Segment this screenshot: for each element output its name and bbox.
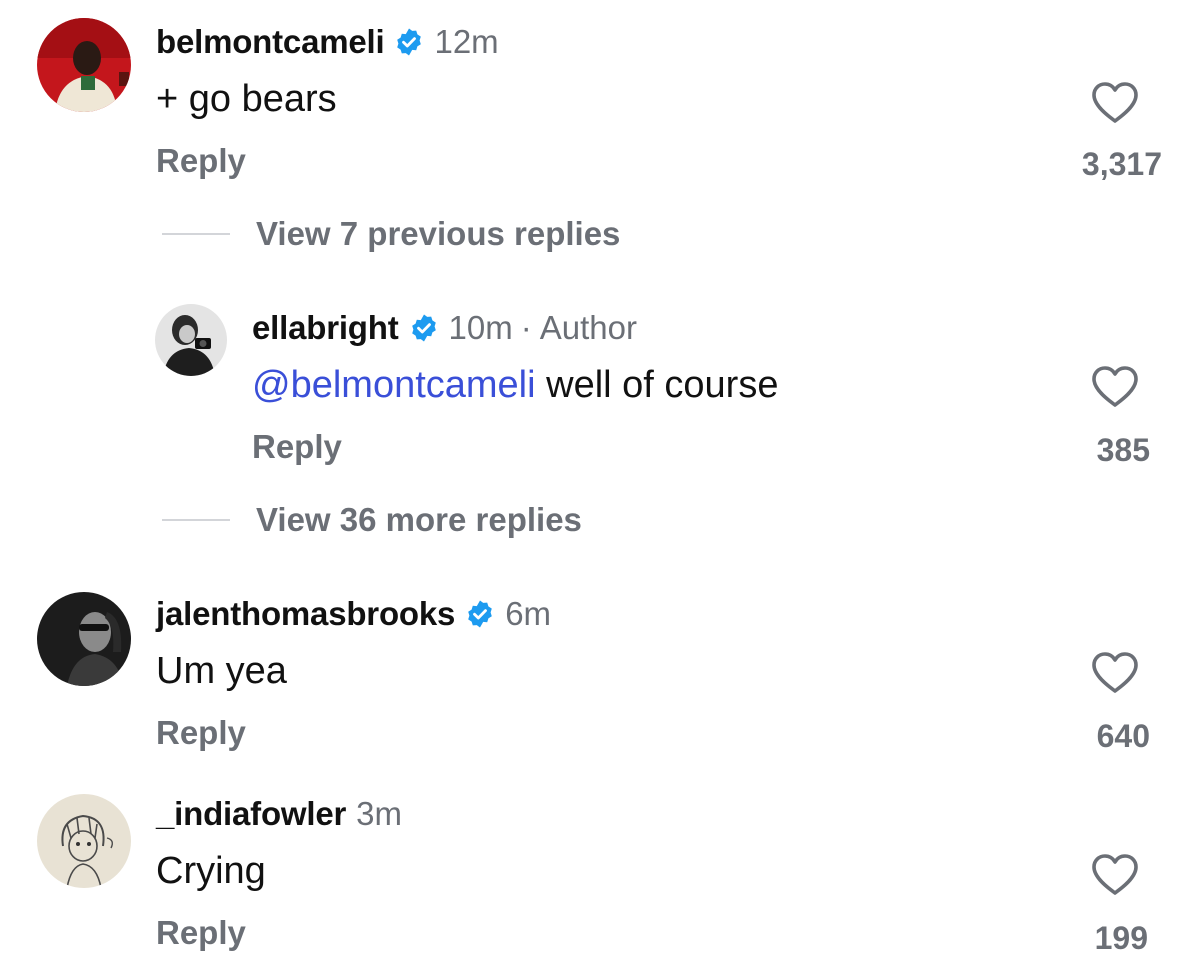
timestamp: 10m [448, 309, 513, 346]
reply-button[interactable]: Reply [156, 714, 246, 752]
like-count: 385 [1096, 432, 1150, 468]
view-previous-replies-button[interactable]: View 7 previous replies [162, 214, 620, 254]
like-heart-icon[interactable] [1090, 80, 1140, 124]
divider [162, 233, 230, 235]
view-more-replies-label: View 36 more replies [256, 501, 582, 538]
profile-photo-icon [37, 18, 131, 112]
timestamp: 12m [434, 23, 499, 60]
comment-header: _indiafowler 3m [156, 794, 402, 834]
username[interactable]: ellabright [252, 309, 399, 347]
comment-text: Crying [156, 850, 266, 892]
comment-header: belmontcameli 12m [156, 22, 499, 62]
timestamp: 6m [505, 595, 552, 632]
like-count: 199 [1094, 920, 1148, 956]
avatar[interactable] [37, 794, 131, 888]
divider [162, 519, 230, 521]
verified-badge-icon [465, 599, 495, 629]
verified-badge-icon [409, 313, 439, 343]
view-more-replies-button[interactable]: View 36 more replies [162, 500, 582, 540]
username[interactable]: _indiafowler [156, 795, 346, 833]
username[interactable]: belmontcameli [156, 23, 385, 61]
reply-button[interactable]: Reply [156, 914, 246, 952]
verified-badge-icon [394, 27, 424, 57]
comment-body: well of course [535, 364, 779, 406]
separator-dot: · [520, 309, 532, 346]
comment-header: ellabright 10m · Author [252, 308, 637, 348]
avatar[interactable] [37, 18, 131, 112]
avatar[interactable] [37, 592, 131, 686]
view-previous-replies-label: View 7 previous replies [256, 215, 621, 252]
username[interactable]: jalenthomasbrooks [156, 595, 455, 633]
like-heart-icon[interactable] [1090, 650, 1140, 694]
avatar[interactable] [155, 304, 227, 376]
reply-button[interactable]: Reply [156, 142, 246, 180]
reply-button[interactable]: Reply [252, 428, 342, 466]
comment-header: jalenthomasbrooks 6m [156, 594, 551, 634]
profile-photo-icon [37, 592, 131, 686]
author-tag: Author [539, 309, 637, 346]
like-heart-icon[interactable] [1090, 364, 1140, 408]
comment-text: @belmontcameli well of course [252, 364, 778, 407]
timestamp: 3m [356, 795, 402, 832]
comment-text: Um yea [156, 650, 287, 692]
like-heart-icon[interactable] [1090, 852, 1140, 896]
like-count: 3,317 [1081, 146, 1162, 182]
profile-photo-icon [155, 304, 227, 376]
profile-photo-icon [37, 794, 131, 888]
comment-text: + go bears [156, 78, 337, 120]
mention-link[interactable]: @belmontcameli [252, 364, 536, 406]
like-count: 640 [1096, 718, 1150, 754]
